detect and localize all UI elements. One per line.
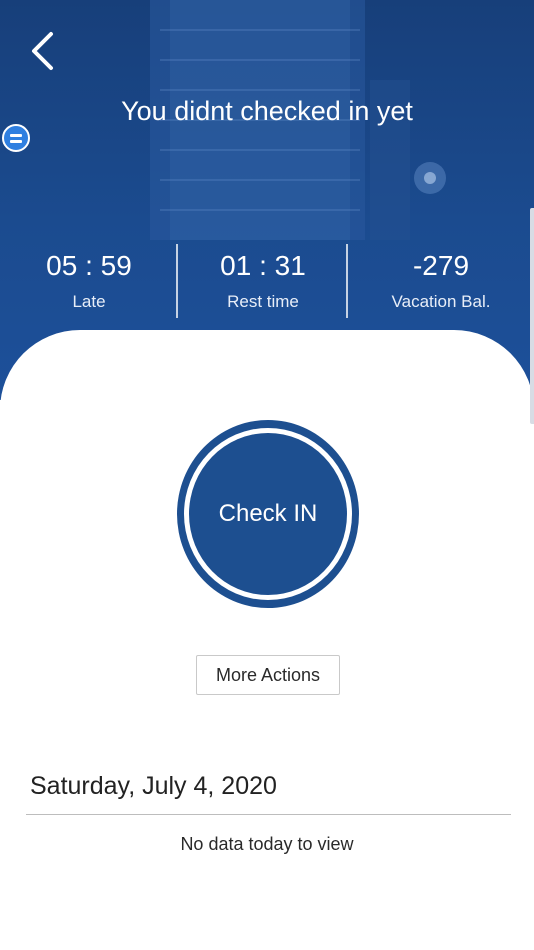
back-button[interactable]	[20, 26, 64, 76]
page-title: You didnt checked in yet	[121, 96, 413, 126]
side-menu-tab[interactable]	[2, 124, 30, 152]
scroll-edge-indicator	[530, 208, 534, 424]
more-actions-button[interactable]: More Actions	[196, 655, 340, 695]
stat-vacation-balance-label: Vacation Bal.	[391, 292, 491, 311]
stat-rest-time: 01 : 31 Rest time	[178, 248, 348, 312]
stat-late: 05 : 59 Late	[0, 248, 178, 312]
chevron-left-icon	[32, 32, 53, 70]
check-in-label: Check IN	[218, 500, 318, 527]
stat-rest-time-value: 01 : 31	[220, 250, 306, 281]
check-in-button[interactable]: Check IN	[177, 420, 359, 608]
empty-state-message: No data today to view	[180, 834, 354, 854]
stat-vacation-balance-value: -279	[412, 250, 470, 281]
current-date: Saturday, July 4, 2020	[30, 772, 277, 800]
stat-late-value: 05 : 59	[46, 250, 132, 281]
menu-lines-icon	[10, 133, 22, 137]
section-divider	[26, 814, 511, 815]
stat-rest-time-label: Rest time	[227, 292, 299, 311]
stat-late-label: Late	[72, 292, 106, 311]
stat-vacation-balance: -279 Vacation Bal.	[348, 248, 534, 312]
